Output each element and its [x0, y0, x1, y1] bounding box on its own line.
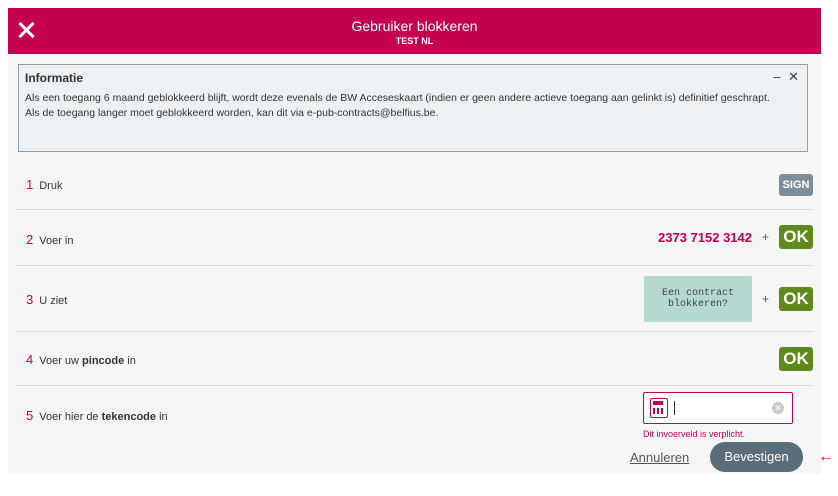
step-label-5: 5 Voer hier de tekencode in [26, 408, 168, 423]
input-error-message: Dit invoerveld is verplicht. [643, 429, 746, 439]
info-line-2: Als de toegang langer moet geblokkeerd w… [25, 107, 439, 119]
sign-code-input[interactable]: ✕ [643, 392, 793, 424]
info-collapse-close-icon[interactable]: – ✕ [773, 69, 801, 85]
step-number: 1 [26, 177, 34, 192]
step-label-1: 1 Druk [26, 177, 63, 192]
clear-input-icon[interactable]: ✕ [772, 402, 784, 414]
modal-title: Gebruiker blokkeren [351, 18, 478, 34]
reader-screen: Een contract blokkeren? [643, 276, 752, 322]
step-row-4: 4 Voer uw pincode in OK [16, 332, 813, 386]
text-cursor [674, 401, 675, 415]
info-panel: Informatie – ✕ Als een toegang 6 maand g… [18, 64, 808, 152]
ok-key-icon: OK [779, 287, 813, 311]
modal-header: Gebruiker blokkeren TEST NL [8, 8, 821, 54]
ok-key-icon: OK [779, 225, 813, 249]
info-title: Informatie [25, 71, 84, 85]
confirm-button[interactable]: Bevestigen [710, 442, 803, 472]
step-row-2: 2 Voer in 2373 7152 3142 + OK [16, 210, 813, 266]
step-4-action: OK [779, 347, 813, 371]
info-text: Als een toegang 6 maand geblokkeerd blij… [25, 91, 795, 121]
calculator-icon [650, 398, 668, 418]
info-line-1: Als een toegang 6 maand geblokkeerd blij… [25, 92, 770, 104]
cancel-link[interactable]: Annuleren [630, 450, 689, 465]
step-2-action: 2373 7152 3142 + OK [658, 225, 813, 249]
step-label-4: 4 Voer uw pincode in [26, 352, 136, 367]
step-3-action: Een contract blokkeren? + OK [643, 276, 813, 322]
step-row-3: 3U ziet Een contract blokkeren? + OK [16, 266, 813, 332]
arrow-left-icon: ← [818, 448, 834, 465]
step-1-action: SIGN [779, 174, 813, 196]
modal-subtitle: TEST NL [395, 36, 434, 46]
sign-key-icon: SIGN [779, 174, 813, 196]
plus-sign: + [761, 230, 769, 244]
step-label-2: 2 Voer in [26, 232, 74, 247]
challenge-code: 2373 7152 3142 [658, 229, 752, 245]
step-label-3: 3U ziet [26, 292, 68, 307]
ok-key-icon: OK [779, 347, 813, 371]
step-row-1: 1 Druk SIGN [16, 160, 813, 210]
